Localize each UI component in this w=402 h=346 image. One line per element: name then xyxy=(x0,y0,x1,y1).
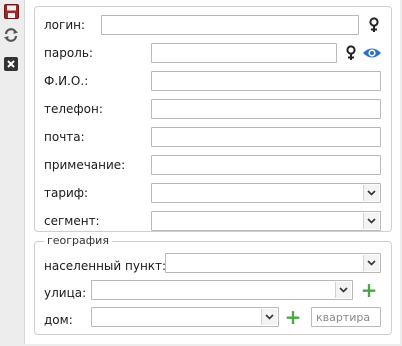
female-icon[interactable] xyxy=(343,45,359,61)
locality-select[interactable] xyxy=(165,253,381,273)
phone-input[interactable] xyxy=(151,99,381,119)
apartment-input[interactable] xyxy=(311,307,381,327)
close-icon[interactable] xyxy=(3,56,19,72)
chevron-down-icon[interactable] xyxy=(261,309,277,325)
fio-input[interactable] xyxy=(151,71,381,91)
email-label: почта: xyxy=(44,130,85,144)
side-toolbar xyxy=(0,0,22,346)
password-input[interactable] xyxy=(151,43,337,63)
login-input[interactable] xyxy=(101,15,359,35)
chevron-down-icon[interactable] xyxy=(363,213,379,229)
phone-label: телефон: xyxy=(44,102,103,116)
add-house-icon[interactable]: + xyxy=(285,307,302,327)
login-label: логин: xyxy=(44,18,86,32)
tariff-select[interactable] xyxy=(151,183,381,203)
chevron-down-icon[interactable] xyxy=(363,185,379,201)
street-select[interactable] xyxy=(91,280,353,300)
street-label: улица: xyxy=(44,286,87,300)
segment-select[interactable] xyxy=(151,211,381,231)
chevron-down-icon[interactable] xyxy=(335,282,351,298)
geography-fieldset: география населенный пункт: улица: + дом… xyxy=(34,234,392,335)
save-icon[interactable] xyxy=(3,3,19,19)
note-input[interactable] xyxy=(151,155,381,175)
add-street-icon[interactable]: + xyxy=(361,280,378,300)
female-icon[interactable] xyxy=(366,17,382,33)
geography-legend: география xyxy=(44,234,112,248)
chevron-down-icon[interactable] xyxy=(363,255,379,271)
eye-icon[interactable] xyxy=(362,45,382,61)
note-label: примечание: xyxy=(44,158,126,172)
house-label: дом: xyxy=(44,313,73,327)
fio-label: Ф.И.О.: xyxy=(44,74,89,88)
refresh-icon[interactable] xyxy=(3,27,19,43)
email-input[interactable] xyxy=(151,127,381,147)
password-label: пароль: xyxy=(44,46,93,60)
house-select[interactable] xyxy=(91,307,279,327)
segment-label: сегмент: xyxy=(44,214,100,228)
locality-label: населенный пункт: xyxy=(44,259,167,273)
form-panel: логин: пароль: Ф.И.О.: телефон: почта: п… xyxy=(24,0,400,344)
tariff-label: тариф: xyxy=(44,186,89,200)
client-fieldset: логин: пароль: Ф.И.О.: телефон: почта: п… xyxy=(34,6,392,232)
